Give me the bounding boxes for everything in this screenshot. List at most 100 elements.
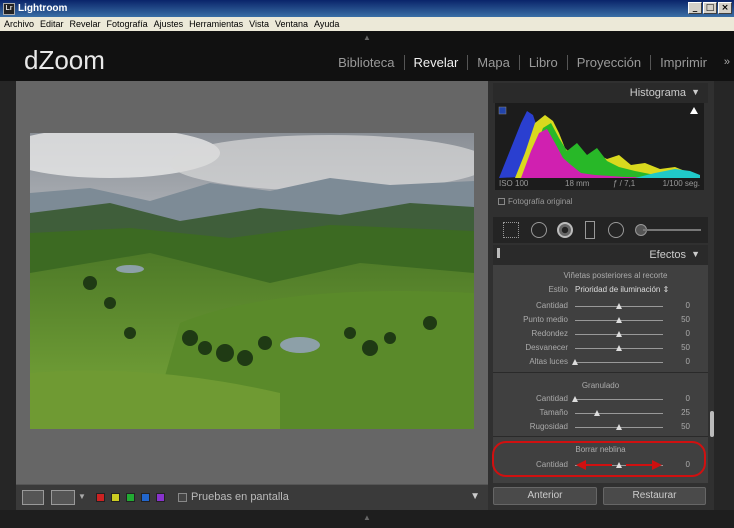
- histogram-exif: ISO 100 18 mm ƒ / 7,1 1/100 seg.: [495, 178, 704, 190]
- reset-button[interactable]: Restaurar: [603, 487, 706, 505]
- crop-overlay-icon[interactable]: [503, 222, 519, 238]
- slider-value[interactable]: 50: [681, 343, 690, 352]
- slider-thumb[interactable]: [572, 396, 578, 402]
- filmstrip-collapsed[interactable]: ▲: [0, 510, 734, 528]
- menu-bar: Archivo Editar Revelar Fotografía Ajuste…: [0, 17, 734, 31]
- original-photo-checkbox[interactable]: [498, 198, 505, 206]
- color-label-purple[interactable]: [156, 493, 165, 502]
- maximize-button[interactable]: □: [703, 2, 717, 14]
- double-chevron-right-icon[interactable]: »: [724, 56, 730, 68]
- slider-value[interactable]: 0: [686, 357, 690, 366]
- module-biblioteca[interactable]: Biblioteca: [329, 55, 403, 70]
- slider-value[interactable]: 50: [681, 422, 690, 431]
- window-title: Lightroom: [18, 3, 68, 14]
- module-mapa[interactable]: Mapa: [467, 55, 519, 70]
- slider-track[interactable]: [575, 413, 663, 414]
- slider-label: Tamaño: [539, 408, 568, 417]
- module-proyeccion[interactable]: Proyección: [566, 55, 650, 70]
- slider-label: Desvanecer: [525, 343, 568, 352]
- right-panel: Histograma ▼ ISO 100 18 mm ƒ / 7,1 1/100…: [488, 81, 714, 518]
- effects-header[interactable]: Efectos ▼: [493, 245, 708, 265]
- slider-label: Altas luces: [529, 357, 568, 366]
- menu-archivo[interactable]: Archivo: [4, 19, 34, 29]
- slider-track[interactable]: [575, 362, 663, 363]
- softproof-label: Pruebas en pantalla: [191, 491, 289, 503]
- right-panel-scroll-area: [714, 81, 734, 518]
- chevron-down-icon[interactable]: ▼: [78, 492, 86, 501]
- module-revelar[interactable]: Revelar: [403, 55, 468, 70]
- vignette-slider-row[interactable]: Cantidad 0: [493, 300, 708, 312]
- color-label-green[interactable]: [126, 493, 135, 502]
- previous-button[interactable]: Anterior: [493, 487, 597, 505]
- spot-removal-icon[interactable]: [531, 222, 547, 238]
- slider-value[interactable]: 0: [686, 394, 690, 403]
- grain-slider-row[interactable]: Tamaño 25: [493, 407, 708, 419]
- loupe-view-button[interactable]: [22, 490, 44, 505]
- style-label: Estilo: [548, 285, 568, 294]
- histogram-chart: [495, 103, 704, 181]
- vignette-style-row[interactable]: Estilo Prioridad de iluminación ⇕: [493, 284, 708, 296]
- close-button[interactable]: ×: [718, 2, 732, 14]
- slider-label: Cantidad: [535, 301, 568, 310]
- title-bar: Lr Lightroom _ □ ×: [0, 0, 734, 17]
- aperture-value: ƒ / 7,1: [613, 179, 636, 188]
- color-label-blue[interactable]: [141, 493, 150, 502]
- menu-ajustes[interactable]: Ajustes: [154, 19, 184, 29]
- slider-thumb[interactable]: [616, 317, 622, 323]
- vignette-slider-row[interactable]: Desvanecer 50: [493, 342, 708, 354]
- module-libro[interactable]: Libro: [518, 55, 567, 70]
- menu-herramientas[interactable]: Herramientas: [189, 19, 243, 29]
- style-dropdown[interactable]: Prioridad de iluminación ⇕: [575, 285, 669, 294]
- toolbar-menu-icon[interactable]: ▼: [470, 491, 480, 502]
- vignette-slider-row[interactable]: Redondez 0: [493, 328, 708, 340]
- slider-value[interactable]: 50: [681, 315, 690, 324]
- color-label-yellow[interactable]: [111, 493, 120, 502]
- section-divider: [493, 372, 708, 373]
- menu-ayuda[interactable]: Ayuda: [314, 19, 339, 29]
- vignette-slider-row[interactable]: Altas luces 0: [493, 356, 708, 368]
- collapse-top-panel-icon[interactable]: ▲: [363, 33, 371, 42]
- slider-label: Punto medio: [523, 315, 568, 324]
- image-viewer: [16, 81, 488, 484]
- radial-filter-icon[interactable]: [608, 222, 624, 238]
- identity-plate: dZoom: [24, 45, 105, 75]
- menu-vista[interactable]: Vista: [249, 19, 269, 29]
- menu-editar[interactable]: Editar: [40, 19, 64, 29]
- module-imprimir[interactable]: Imprimir: [650, 55, 716, 70]
- original-photo-toggle[interactable]: Fotografía original: [498, 197, 572, 206]
- graduated-filter-icon[interactable]: [585, 221, 595, 239]
- collapse-triangle-icon: ▼: [691, 249, 700, 259]
- slider-thumb[interactable]: [616, 345, 622, 351]
- slider-thumb[interactable]: [572, 359, 578, 365]
- slider-value[interactable]: 25: [681, 408, 690, 417]
- slider-label: Redondez: [531, 329, 568, 338]
- slider-thumb[interactable]: [616, 331, 622, 337]
- slider-thumb[interactable]: [616, 424, 622, 430]
- expand-filmstrip-icon[interactable]: ▲: [363, 513, 371, 522]
- menu-fotografia[interactable]: Fotografía: [107, 19, 148, 29]
- before-after-button[interactable]: [51, 490, 75, 505]
- menu-ventana[interactable]: Ventana: [275, 19, 308, 29]
- panel-switch-icon[interactable]: [497, 248, 500, 258]
- lightroom-app-icon: Lr: [3, 2, 15, 15]
- softproof-checkbox[interactable]: [178, 493, 187, 502]
- histogram-header[interactable]: Histograma ▼: [493, 83, 708, 103]
- slider-label: Cantidad: [535, 394, 568, 403]
- grain-slider-row[interactable]: Cantidad 0: [493, 393, 708, 405]
- minimize-button[interactable]: _: [688, 2, 702, 14]
- left-panel-collapsed[interactable]: [0, 81, 16, 518]
- slider-track[interactable]: [575, 399, 663, 400]
- slider-value[interactable]: 0: [686, 329, 690, 338]
- color-label-red[interactable]: [96, 493, 105, 502]
- section-divider: [493, 436, 708, 437]
- menu-revelar[interactable]: Revelar: [70, 19, 101, 29]
- slider-thumb[interactable]: [594, 410, 600, 416]
- red-eye-icon[interactable]: [557, 222, 573, 238]
- slider-value[interactable]: 0: [686, 301, 690, 310]
- vignette-slider-row[interactable]: Punto medio 50: [493, 314, 708, 326]
- slider-thumb[interactable]: [616, 303, 622, 309]
- grain-slider-row[interactable]: Rugosidad 50: [493, 421, 708, 433]
- grain-section-title: Granulado: [581, 381, 620, 390]
- brush-track: [643, 229, 701, 231]
- annotation-arrows: [576, 460, 662, 470]
